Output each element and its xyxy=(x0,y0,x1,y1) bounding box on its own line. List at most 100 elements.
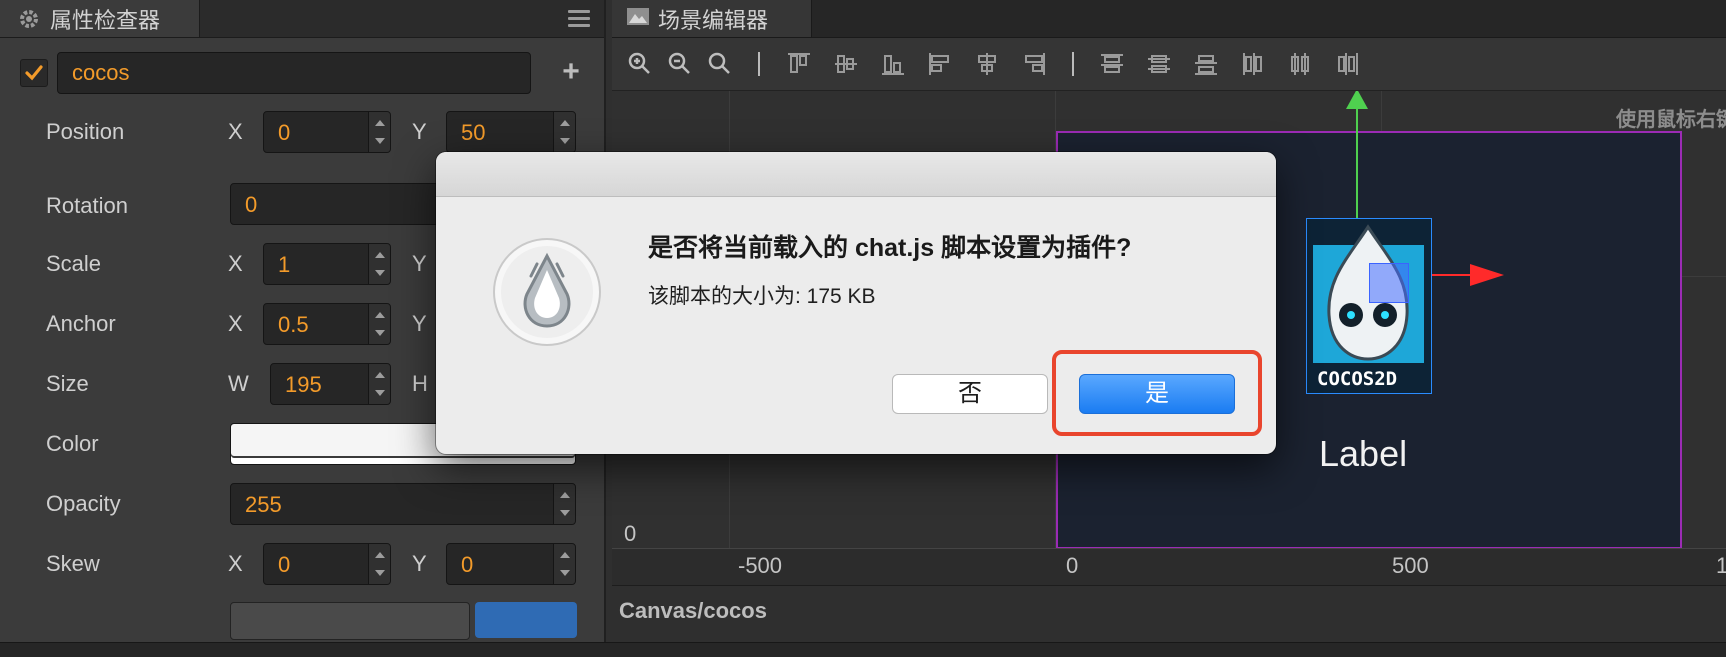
prop-opacity: Opacity 255 xyxy=(0,483,604,527)
y-axis-arrow-icon xyxy=(1346,91,1368,109)
stepper[interactable] xyxy=(553,112,575,152)
prop-position: Position X 0 Y 50 xyxy=(0,111,604,155)
highlight-box xyxy=(1052,350,1262,436)
node-header: cocos + xyxy=(20,52,586,94)
ruler-x: -500 0 500 1 xyxy=(612,548,1726,585)
label-node-text[interactable]: Label xyxy=(1319,433,1407,475)
cocos-logo-icon: COCOS2D xyxy=(1313,224,1424,390)
app-logo-icon xyxy=(491,236,603,348)
zoom-reset-icon[interactable] xyxy=(706,50,734,78)
ruler-y-label: 0 xyxy=(624,521,637,546)
tab-scene-editor[interactable]: 场景编辑器 xyxy=(612,0,812,37)
align-top-icon[interactable] xyxy=(785,50,813,78)
edit-button[interactable] xyxy=(475,602,577,638)
axis-label: Y xyxy=(412,311,427,336)
axis-label: Y xyxy=(412,551,427,576)
ruler-x-label: 1 xyxy=(1716,553,1726,578)
dialog-title: 是否将当前载入的 chat.js 脚本设置为插件? xyxy=(648,234,1132,262)
ruler-x-label: 0 xyxy=(1066,553,1079,578)
distribute-bottom-icon[interactable] xyxy=(1192,50,1220,78)
skew-y-value: 0 xyxy=(461,552,474,577)
axis-label: Y xyxy=(412,119,427,144)
blend-dropdown[interactable] xyxy=(230,602,470,640)
stepper[interactable] xyxy=(368,304,390,344)
prop-label: Anchor xyxy=(46,311,116,336)
inspector-tabbar: 属性检查器 xyxy=(0,0,604,38)
add-component-button[interactable]: + xyxy=(556,57,586,87)
panel-menu-icon[interactable] xyxy=(568,6,590,30)
tab-inspector[interactable]: 属性检查器 xyxy=(0,0,200,37)
tab-inspector-label: 属性检查器 xyxy=(50,7,161,33)
distribute-top-icon[interactable] xyxy=(1098,50,1126,78)
prop-label: Opacity xyxy=(46,491,121,516)
size-w-value: 195 xyxy=(285,372,322,397)
breadcrumb: Canvas/cocos xyxy=(619,598,767,623)
prop-label: Skew xyxy=(46,551,100,576)
rotation-value: 0 xyxy=(245,192,258,217)
prop-label: Rotation xyxy=(46,193,128,218)
stepper[interactable] xyxy=(368,244,390,284)
axis-label: X xyxy=(228,551,243,576)
picture-icon xyxy=(626,5,650,33)
prop-label: Scale xyxy=(46,251,102,276)
scale-x-value: 1 xyxy=(278,252,291,277)
blend-row xyxy=(0,602,604,642)
scene-toolbar xyxy=(612,38,1726,91)
scene-tabbar: 场景编辑器 xyxy=(612,0,1726,38)
skew-x-value: 0 xyxy=(278,552,291,577)
position-x-input[interactable]: 0 xyxy=(263,111,391,153)
prop-label: Color xyxy=(46,431,99,456)
distribute-left-icon[interactable] xyxy=(1239,50,1267,78)
axis-label: X xyxy=(228,119,243,144)
gear-icon xyxy=(16,6,42,32)
stepper[interactable] xyxy=(368,364,390,404)
x-axis-arrow-icon xyxy=(1470,264,1504,286)
anchor-x-input[interactable]: 0.5 xyxy=(263,303,391,345)
status-bar xyxy=(0,642,1726,657)
no-button[interactable]: 否 xyxy=(892,374,1048,414)
node-enabled-checkbox[interactable] xyxy=(20,59,48,87)
tab-scene-label: 场景编辑器 xyxy=(658,7,769,33)
align-hcenter-icon[interactable] xyxy=(973,50,1001,78)
toolbar-divider xyxy=(1072,52,1074,76)
skew-y-input[interactable]: 0 xyxy=(446,543,576,585)
axis-label: Y xyxy=(412,251,427,276)
scene-footer: Canvas/cocos xyxy=(612,585,1726,642)
position-y-input[interactable]: 50 xyxy=(446,111,576,153)
ruler-x-label: -500 xyxy=(738,553,783,578)
align-bottom-icon[interactable] xyxy=(879,50,907,78)
axis-label: H xyxy=(412,371,428,396)
dialog-message: 该脚本的大小为: 175 KB xyxy=(648,285,876,308)
stepper[interactable] xyxy=(368,112,390,152)
anchor-x-value: 0.5 xyxy=(278,312,309,337)
opacity-input[interactable]: 255 xyxy=(230,483,576,525)
stepper[interactable] xyxy=(553,484,575,524)
zoom-in-icon[interactable] xyxy=(626,50,654,78)
prop-label: Position xyxy=(46,119,125,144)
axis-label: X xyxy=(228,311,243,336)
ruler-x-label: 500 xyxy=(1392,553,1429,578)
distribute-vcenter-icon[interactable] xyxy=(1145,50,1173,78)
size-w-input[interactable]: 195 xyxy=(270,363,391,405)
cocos-sprite[interactable]: COCOS2D xyxy=(1306,218,1432,394)
distribute-right-icon[interactable] xyxy=(1333,50,1361,78)
align-right-icon[interactable] xyxy=(1020,50,1048,78)
align-left-icon[interactable] xyxy=(926,50,954,78)
anchor-handle[interactable] xyxy=(1369,263,1409,303)
prop-skew: Skew X 0 Y 0 xyxy=(0,543,604,587)
skew-x-input[interactable]: 0 xyxy=(263,543,391,585)
opacity-value: 255 xyxy=(245,492,282,517)
checkmark-icon xyxy=(25,65,43,81)
stepper[interactable] xyxy=(553,544,575,584)
distribute-hcenter-icon[interactable] xyxy=(1286,50,1314,78)
toolbar-divider xyxy=(758,52,760,76)
zoom-out-icon[interactable] xyxy=(666,50,694,78)
stepper[interactable] xyxy=(368,544,390,584)
prop-label: Size xyxy=(46,371,89,396)
dialog-titlebar[interactable] xyxy=(436,152,1276,197)
axis-label: X xyxy=(228,251,243,276)
logo-text: COCOS2D xyxy=(1317,368,1397,390)
scale-x-input[interactable]: 1 xyxy=(263,243,391,285)
node-name-input[interactable]: cocos xyxy=(57,52,531,94)
align-vcenter-icon[interactable] xyxy=(832,50,860,78)
